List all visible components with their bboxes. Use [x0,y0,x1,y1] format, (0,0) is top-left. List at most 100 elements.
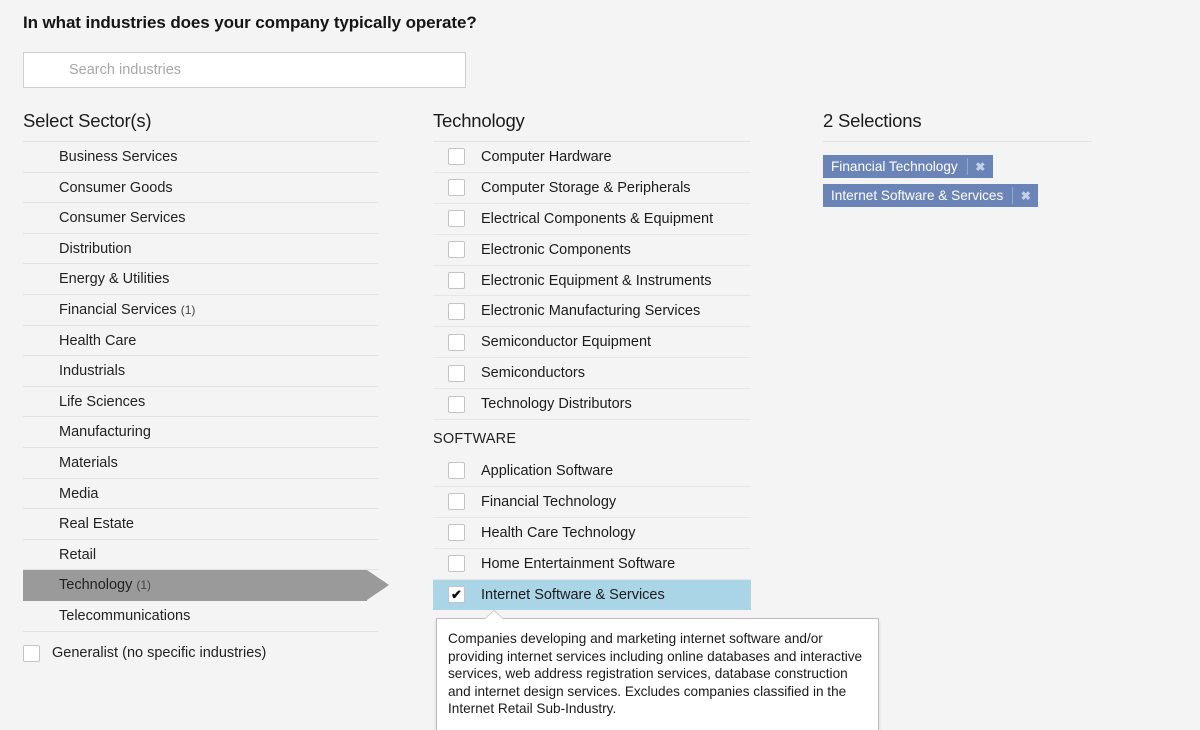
industry-item-label: Computer Hardware [481,148,612,165]
industry-item[interactable]: ✔ Technology Distributors [433,389,751,421]
industry-item[interactable]: ✔ Semiconductor Equipment [433,327,751,359]
industry-checkbox[interactable]: ✔ [448,210,465,228]
selection-chip-label: Financial Technology [831,159,958,174]
industry-description-tooltip: Companies developing and marketing inter… [436,610,879,730]
sector-item-label: Consumer Services [59,210,186,227]
industry-item-label: Internet Software & Services [481,586,665,603]
tooltip-text: Companies developing and marketing inter… [448,631,863,717]
industry-item-label: Electronic Manufacturing Services [481,303,701,320]
industry-checkbox[interactable]: ✔ [448,524,465,542]
industry-checkbox[interactable]: ✔ [448,333,465,351]
sector-item-label: Industrials [59,363,126,380]
sectors-panel: Select Sector(s) Business Services Consum… [0,110,430,662]
sector-item[interactable]: Manufacturing [23,417,378,448]
close-icon[interactable]: ✖ [968,155,993,178]
industry-item-label: Semiconductors [481,365,585,382]
industry-checkbox[interactable]: ✔ [448,148,465,166]
industry-selector-page: In what industries does your company typ… [0,0,1200,730]
sector-item[interactable]: Real Estate [23,509,378,540]
sector-item-label: Energy & Utilities [59,271,170,288]
generalist-checkbox[interactable]: ✔ [23,644,40,662]
sector-list: Business Services Consumer Goods Consumer … [0,142,430,632]
sector-item-label: Distribution [59,240,132,257]
search-field-wrapper [23,52,466,88]
sector-item[interactable]: Distribution [23,234,378,265]
industry-group-list: ✔ Application Software ✔ Financial Technolo… [433,456,815,611]
close-icon[interactable]: ✖ [1013,184,1038,207]
industry-checkbox[interactable]: ✔ [448,462,465,480]
industry-item-label: Financial Technology [481,493,617,510]
sector-item-label: Consumer Goods [59,179,173,196]
selection-chip[interactable]: Financial Technology ✖ [823,155,993,178]
sectors-panel-title: Select Sector(s) [23,110,152,131]
selections-panel-title: 2 Selections [823,110,922,131]
industry-item-label: Computer Storage & Peripherals [481,179,691,196]
industry-item[interactable]: ✔ Computer Storage & Peripherals [433,173,751,204]
page-title: In what industries does your company typ… [23,13,477,32]
sector-item[interactable]: Industrials [23,356,378,387]
industry-item[interactable]: ✔ Electronic Equipment & Instruments [433,266,751,297]
industry-item[interactable]: ✔ Electronic Manufacturing Services [433,296,751,328]
industry-checkbox[interactable]: ✔ [448,302,465,320]
sector-item[interactable]: Technology (1) [23,570,389,601]
sector-item-label: Life Sciences [59,393,146,410]
industry-item-label: Electronic Components [481,241,631,258]
industry-item-label: Electronic Equipment & Instruments [481,272,712,289]
sector-item-count: (1) [136,578,152,593]
sector-item-label: Technology [59,577,133,594]
sector-item-count: (1) [180,302,196,317]
search-input[interactable] [23,52,466,88]
industry-checkbox[interactable]: ✔ [448,555,465,573]
sector-item[interactable]: Consumer Services [23,203,378,234]
sector-item[interactable]: Energy & Utilities [23,264,378,295]
sector-item[interactable]: Materials [23,448,378,479]
sector-item[interactable]: Health Care [23,326,378,357]
industry-item-label: Application Software [481,462,614,479]
sector-item-label: Financial Services [59,301,177,318]
industries-panel: Technology ✔ Computer Hardware ✔ Computer S… [433,110,879,730]
sector-item-label: Telecommunications [59,607,191,624]
industry-checkbox[interactable]: ✔ [448,272,465,289]
industry-item[interactable]: ✔ Electronic Components [433,235,751,266]
selection-chip-label: Internet Software & Services [831,188,1004,203]
selection-chip-list: Financial Technology ✖ Internet Software &… [823,142,1188,213]
industry-item-label: Electrical Components & Equipment [481,210,714,227]
industry-item[interactable]: ✔ Application Software [433,456,751,487]
industry-item[interactable]: ✔ Financial Technology [433,487,751,518]
industries-panel-title: Technology [433,110,525,131]
generalist-row[interactable]: ✔ Generalist (no specific industries) [23,644,430,662]
industry-item[interactable]: ✔ Electrical Components & Equipment [433,204,751,235]
sector-item-label: Media [59,485,99,502]
industry-group-label: SOFTWARE [433,431,517,448]
sector-item[interactable]: Retail [23,540,378,571]
selection-chip[interactable]: Internet Software & Services ✖ [823,184,1039,207]
sector-item-label: Materials [59,454,118,471]
sector-item-label: Health Care [59,332,137,349]
sector-item[interactable]: Financial Services (1) [23,295,378,326]
industry-item-label: Technology Distributors [481,396,632,413]
selections-panel: 2 Selections Financial Technology ✖ Intern… [823,110,1188,213]
sector-item-label: Real Estate [59,516,134,533]
industry-item-label: Health Care Technology [481,524,636,541]
industry-checkbox[interactable]: ✔ [448,493,465,511]
industry-item[interactable]: ✔ Internet Software & Services [433,579,751,611]
sector-item-label: Retail [59,546,97,563]
industry-checkbox[interactable]: ✔ [448,241,465,259]
sector-item[interactable]: Business Services [23,142,378,173]
industry-checkbox[interactable]: ✔ [448,586,465,604]
industry-checkbox[interactable]: ✔ [448,395,465,413]
industry-item[interactable]: ✔ Health Care Technology [433,518,751,549]
industry-checkbox[interactable]: ✔ [448,179,465,197]
industry-list: ✔ Computer Hardware ✔ Computer Storage & Pe… [433,142,815,421]
sector-item[interactable]: Telecommunications [23,601,378,632]
sector-item[interactable]: Consumer Goods [23,173,378,204]
industry-item[interactable]: ✔ Home Entertainment Software [433,549,751,580]
sector-item[interactable]: Media [23,479,378,510]
sector-item-label: Business Services [59,149,178,165]
sector-item-label: Manufacturing [59,424,151,441]
industry-item-label: Semiconductor Equipment [481,334,652,351]
industry-item[interactable]: ✔ Computer Hardware [433,142,751,173]
sector-item[interactable]: Life Sciences [23,387,378,418]
industry-checkbox[interactable]: ✔ [448,364,465,382]
industry-item[interactable]: ✔ Semiconductors [433,358,751,390]
